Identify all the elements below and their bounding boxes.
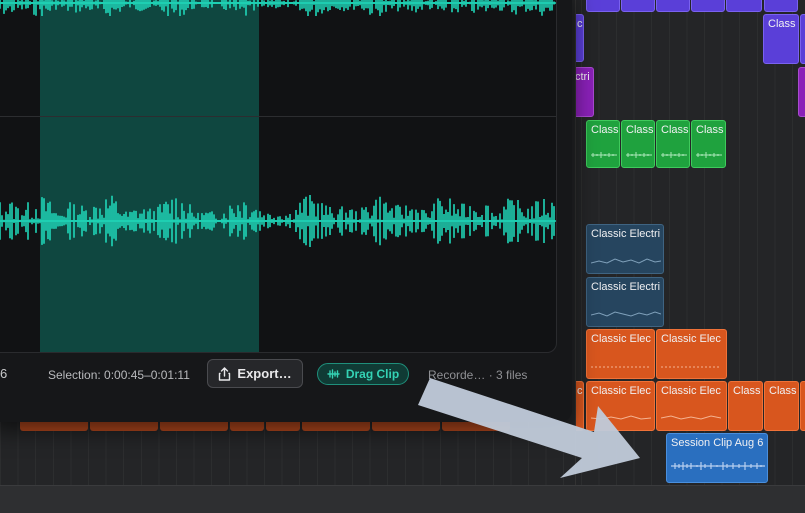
status-bar: 6 Selection: 0:00:45–0:01:11 Export… Dra… <box>0 352 562 400</box>
clip-green[interactable]: Class <box>586 120 620 168</box>
clip-green[interactable]: Class <box>621 120 655 168</box>
clip-label: Class <box>733 385 761 397</box>
clip-label: Classic Elec <box>591 385 651 397</box>
clip-label: Classic Elec <box>591 333 651 345</box>
audio-editor-panel: 6 Selection: 0:00:45–0:01:11 Export… Dra… <box>0 0 572 422</box>
clip-orange[interactable]: Classic Elec <box>656 381 727 431</box>
mini-waveform <box>591 152 617 158</box>
clip-label: c <box>577 385 583 397</box>
clip-label: Class <box>696 124 724 136</box>
clip-green[interactable]: Class <box>656 120 690 168</box>
clip-label: Class <box>769 385 797 397</box>
clip-label: Classic Elec <box>661 333 721 345</box>
clip-orange[interactable]: Class <box>728 381 763 431</box>
clip-label: Classic Electri <box>591 281 661 293</box>
clip-navy[interactable]: Classic Electri <box>586 277 664 327</box>
clip-label: Classic Electri <box>591 228 661 240</box>
drag-clip-label: Drag Clip <box>345 367 400 381</box>
recordings-summary: Recorde… · 3 files <box>428 368 528 382</box>
clip-magenta[interactable]: ctri <box>575 67 594 117</box>
clip-purple[interactable] <box>656 0 690 12</box>
clip-purple[interactable] <box>691 0 725 12</box>
clip-orange-edge[interactable] <box>800 381 805 431</box>
clip-green[interactable]: Class <box>691 120 726 168</box>
clip-navy[interactable]: Classic Electri <box>586 224 664 274</box>
mini-waveform <box>591 366 651 368</box>
mini-waveform <box>661 366 721 368</box>
waveform-channel-top <box>0 0 556 16</box>
clip-purple[interactable] <box>764 0 798 12</box>
clip-label: c <box>577 18 583 30</box>
clip-label: Class <box>591 124 619 136</box>
export-button[interactable]: Export… <box>207 359 303 388</box>
session-clip-label: Session Clip Aug 6 <box>671 437 764 449</box>
clip-purple-small[interactable]: c <box>576 14 584 62</box>
time-readout-fragment: 6 <box>0 366 8 381</box>
clip-label: Class <box>626 124 654 136</box>
selection-range: Selection: 0:00:45–0:01:11 <box>48 368 190 382</box>
clip-orange[interactable]: Class <box>764 381 799 431</box>
mini-waveform <box>696 152 722 158</box>
arrangement-view: c Class ctri Class Class Class Class Cla… <box>575 0 805 485</box>
mini-waveform <box>661 415 721 420</box>
mini-waveform <box>591 311 661 317</box>
clip-label: Classic Elec <box>661 385 721 397</box>
mini-waveform <box>626 152 652 158</box>
drag-clip-button[interactable]: Drag Clip <box>317 363 409 385</box>
waveform-channel-bottom <box>0 195 556 247</box>
channel-divider <box>0 116 556 117</box>
session-clip[interactable]: Session Clip Aug 6 <box>666 433 768 483</box>
clip-purple-edge[interactable] <box>800 14 805 64</box>
share-icon <box>219 366 231 381</box>
clip-purple-right[interactable]: Class <box>763 14 799 64</box>
clip-label: Class <box>661 124 689 136</box>
clip-magenta-edge[interactable] <box>798 67 805 117</box>
waveform-view[interactable] <box>0 0 557 353</box>
clip-orange-small[interactable]: c <box>576 381 584 431</box>
clip-orange[interactable]: Classic Elec <box>656 329 727 379</box>
clip-label: Class <box>768 18 796 30</box>
clip-orange[interactable]: Classic Elec <box>586 381 655 431</box>
mini-waveform <box>671 462 765 470</box>
clip-orange[interactable]: Classic Elec <box>586 329 655 379</box>
clip-purple[interactable] <box>621 0 655 12</box>
bottom-bar <box>0 485 805 513</box>
mini-waveform <box>661 152 687 158</box>
export-label: Export… <box>237 366 292 381</box>
clip-label: ctri <box>575 71 590 83</box>
mini-waveform <box>591 415 651 420</box>
mini-waveform <box>591 258 661 264</box>
time-selection[interactable] <box>40 0 259 352</box>
clip-purple[interactable] <box>726 0 762 12</box>
waveform-icon <box>327 369 340 379</box>
clip-purple[interactable] <box>586 0 620 12</box>
